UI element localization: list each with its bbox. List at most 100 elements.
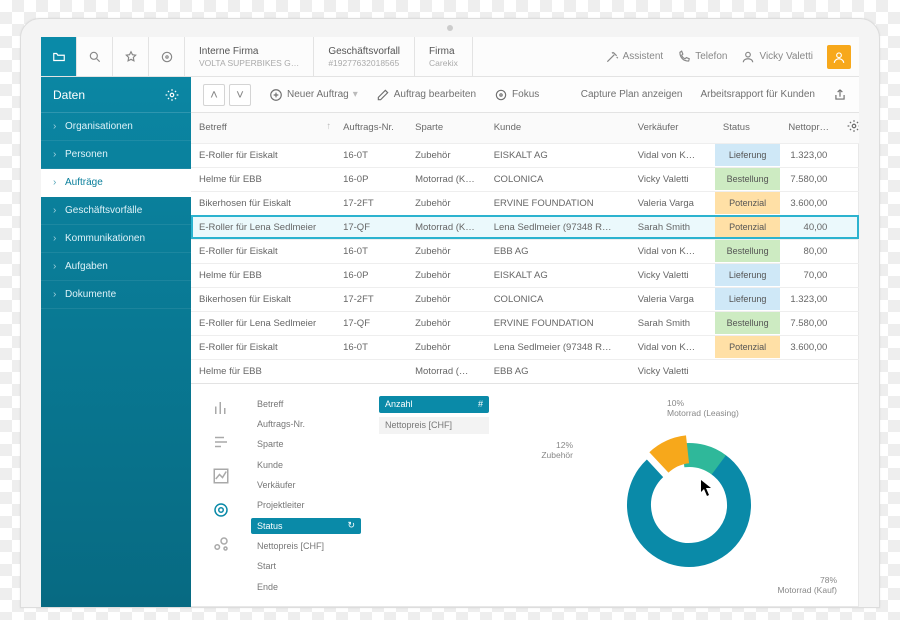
table-row[interactable]: E-Roller für Lena Sedlmeier17-QFZubehörE… (191, 311, 859, 335)
sidebar-title: Daten (53, 88, 85, 102)
field-item[interactable]: Ende (251, 579, 361, 595)
cell-status: Bestellung (715, 167, 780, 191)
search-icon[interactable] (77, 37, 113, 76)
cell-auftrag: 16-0T (335, 239, 407, 263)
page-up-button[interactable]: ˄ (203, 84, 225, 106)
table: Betreff↑ Auftrags-Nr. Sparte Kunde Verkä… (191, 113, 859, 383)
export-icon[interactable] (833, 88, 847, 102)
arbeitsrapport-button[interactable]: Arbeitsrapport für Kunden (700, 89, 815, 100)
col-kunde[interactable]: Kunde (486, 113, 630, 143)
analytics-panel: Betreff Auftrags-Nr. Sparte Kunde Verkäufer P… (191, 383, 859, 608)
page-down-button[interactable]: ˅ (229, 84, 251, 106)
cell-status: Bestellung (715, 239, 780, 263)
sidebar-item-personen[interactable]: ›Personen (41, 141, 191, 169)
donut-chart-icon[interactable] (209, 500, 233, 520)
field-list: Betreff Auftrags-Nr. Sparte Kunde Verkäufer P… (251, 396, 361, 596)
field-item[interactable]: Start (251, 558, 361, 574)
cell-preis: 3.600,00 (780, 191, 839, 215)
table-row[interactable]: E-Roller für Eiskalt16-0TZubehörEISKALT … (191, 143, 859, 167)
folder-icon[interactable] (41, 37, 77, 76)
titlebar-spacer (473, 37, 597, 76)
line-chart-icon[interactable] (209, 466, 233, 486)
breadcrumb-geschaeftsvorfall[interactable]: Geschäftsvorfall #19277632018565 (314, 37, 415, 76)
field-item[interactable]: Kunde (251, 457, 361, 473)
col-sparte[interactable]: Sparte (407, 113, 486, 143)
callout-leasing: 10% Motorrad (Leasing) (667, 398, 739, 418)
bubble-chart-icon[interactable] (209, 534, 233, 554)
table-row[interactable]: E-Roller für Lena Sedlmeier17-QFMotorrad… (191, 215, 859, 239)
sidebar-item-aufgaben[interactable]: ›Aufgaben (41, 253, 191, 281)
cell-blank (839, 335, 859, 359)
cell-kunde: COLONICA (486, 287, 630, 311)
cursor-icon (701, 480, 711, 496)
cell-preis: 7.580,00 (780, 167, 839, 191)
capture-plan-button[interactable]: Capture Plan anzeigen (581, 89, 683, 100)
avatar-person-icon (832, 50, 846, 64)
assistent-button[interactable]: Assistent (605, 50, 664, 64)
cell-verkaeufer: Vicky Valetti (630, 167, 715, 191)
avatar[interactable] (827, 45, 851, 69)
cell-betreff: Helme für EBB (191, 359, 335, 383)
col-betreff[interactable]: Betreff↑ (191, 113, 335, 143)
cell-sparte: Motorrad (K… (407, 215, 486, 239)
table-row[interactable]: Bikerhosen für Eiskalt17-2FTZubehörCOLON… (191, 287, 859, 311)
sidebar-item-organisationen[interactable]: ›Organisationen (41, 113, 191, 141)
sidebar-item-aufträge[interactable]: ›Aufträge (41, 169, 191, 197)
device-frame: Interne Firma VOLTA SUPERBIKES G… Geschä… (20, 18, 880, 608)
user-button[interactable]: Vicky Valetti (741, 50, 813, 64)
field-item[interactable]: Auftrags-Nr. (251, 416, 361, 432)
cell-verkaeufer: Sarah Smith (630, 215, 715, 239)
cell-status: Bestellung (715, 311, 780, 335)
cell-blank (839, 239, 859, 263)
field-item[interactable]: Sparte (251, 436, 361, 452)
crumb-label: Interne Firma (199, 46, 299, 57)
breadcrumb-firma[interactable]: Firma Carekix (415, 37, 473, 76)
table-row[interactable]: Helme für EBBMotorrad (…EBB AGVicky Vale… (191, 359, 859, 383)
cell-status: Potenzial (715, 335, 780, 359)
target-icon[interactable] (149, 37, 185, 76)
hbar-chart-icon[interactable] (209, 432, 233, 452)
cell-verkaeufer: Vidal von K… (630, 143, 715, 167)
measure-nettopreis[interactable]: Nettopreis [CHF] (379, 417, 489, 434)
table-row[interactable]: Bikerhosen für Eiskalt17-2FTZubehörERVIN… (191, 191, 859, 215)
sidebar-item-kommunikationen[interactable]: ›Kommunikationen (41, 225, 191, 253)
new-order-button[interactable]: Neuer Auftrag ▾ (269, 88, 358, 102)
cell-status: Lieferung (715, 143, 780, 167)
col-settings[interactable] (839, 113, 859, 143)
sidebar-item-geschäftsvorfälle[interactable]: ›Geschäftsvorfälle (41, 197, 191, 225)
chevron-down-icon: ▾ (353, 89, 358, 100)
cell-auftrag: 16-0T (335, 143, 407, 167)
fokus-button[interactable]: Fokus (494, 88, 539, 102)
col-verkaeufer[interactable]: Verkäufer (630, 113, 715, 143)
field-item[interactable]: Status↻ (251, 518, 361, 534)
table-row[interactable]: Helme für EBB16-0PMotorrad (K…COLONICAVi… (191, 167, 859, 191)
telefon-button[interactable]: Telefon (677, 50, 727, 64)
crumb-sub: Carekix (429, 58, 458, 68)
edit-order-button[interactable]: Auftrag bearbeiten (376, 88, 476, 102)
gear-icon[interactable] (165, 88, 179, 102)
field-item[interactable]: Verkäufer (251, 477, 361, 493)
bar-chart-icon[interactable] (209, 398, 233, 418)
field-item[interactable]: Projektleiter (251, 497, 361, 513)
table-row[interactable]: E-Roller für Eiskalt16-0TZubehörLena Sed… (191, 335, 859, 359)
col-status[interactable]: Status (715, 113, 780, 143)
breadcrumb-firma-intern[interactable]: Interne Firma VOLTA SUPERBIKES G… (185, 37, 314, 76)
table-row[interactable]: Helme für EBB16-0PZubehörEISKALT AGVicky… (191, 263, 859, 287)
telefon-label: Telefon (695, 51, 727, 62)
cell-preis: 80,00 (780, 239, 839, 263)
titlebar-right: Assistent Telefon Vicky Valetti (597, 37, 859, 76)
cell-blank (839, 287, 859, 311)
table-row[interactable]: E-Roller für Eiskalt16-0TZubehörEBB AGVi… (191, 239, 859, 263)
measure-anzahl[interactable]: Anzahl # (379, 396, 489, 413)
sidebar-item-dokumente[interactable]: ›Dokumente (41, 281, 191, 309)
pencil-icon (376, 88, 390, 102)
cell-verkaeufer: Vicky Valetti (630, 263, 715, 287)
sidebar-item-label: Dokumente (65, 289, 116, 300)
field-item[interactable]: Nettopreis [CHF] (251, 538, 361, 554)
col-auftrag[interactable]: Auftrags-Nr. (335, 113, 407, 143)
field-item[interactable]: Betreff (251, 396, 361, 412)
col-nettopreis[interactable]: Nettopreis (780, 113, 839, 143)
callout-pct: 78% (777, 575, 837, 585)
star-icon[interactable] (113, 37, 149, 76)
cell-sparte: Zubehör (407, 287, 486, 311)
